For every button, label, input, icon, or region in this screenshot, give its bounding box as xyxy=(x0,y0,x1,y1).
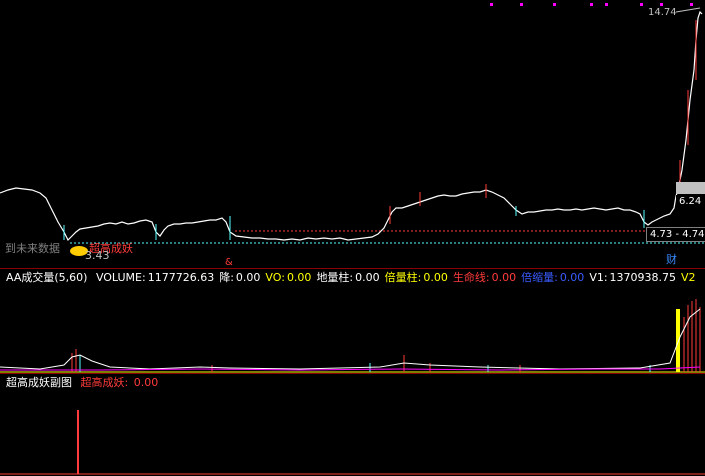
sub-pane-separator xyxy=(0,373,705,374)
volume-indicator-row: AA成交量(5,60) VOLUME: 1177726.63 降: 0.00 VO: 0.… xyxy=(0,270,705,286)
current-price-value: 6.24 xyxy=(676,195,705,208)
volume-field-label: 地量柱: xyxy=(316,271,354,284)
volume-indicator-title[interactable]: AA成交量(5,60) xyxy=(6,271,87,284)
volume-field-label: VOLUME: xyxy=(95,271,146,284)
volume-field-value: 0.00 xyxy=(559,271,585,284)
volume-field-3: 地量柱: 0.00 xyxy=(316,271,379,284)
volume-bars xyxy=(71,299,701,372)
volume-field-value: 1177726.63 xyxy=(147,271,215,284)
volume-field-label: 生命线: xyxy=(452,271,490,284)
volume-field-label: VO: xyxy=(265,271,285,284)
volume-field-4: 倍量柱: 0.00 xyxy=(385,271,448,284)
current-price-tag xyxy=(676,182,705,194)
volume-chart[interactable] xyxy=(0,287,705,373)
sub-indicator-value: 0.00 xyxy=(133,376,159,389)
volume-pane-separator xyxy=(0,268,705,269)
volume-field-5: 生命线: 0.00 xyxy=(453,271,516,284)
volume-ma-line xyxy=(0,308,701,370)
volume-field-2: VO: 0.00 xyxy=(265,271,311,284)
price-line xyxy=(0,10,703,242)
price-chart[interactable] xyxy=(0,0,705,268)
volume-field-value: 0.00 xyxy=(491,271,517,284)
volume-field-value: 0.00 xyxy=(235,271,261,284)
volume-field-label: 降: xyxy=(219,271,234,284)
volume-field-7: V1: 1370938.75 xyxy=(589,271,676,284)
sub-indicator-label: 超高成妖: xyxy=(80,376,129,389)
volume-indicator-fields: VOLUME: 1177726.63 降: 0.00 VO: 0.00 地量柱: 0.00 倍量… xyxy=(96,271,703,284)
sub-indicator-row: 超高成妖副图 超高成妖: 0.00 xyxy=(0,375,163,391)
marker-finance: 财 xyxy=(666,253,677,266)
volume-field-0: VOLUME: 1177726.63 xyxy=(96,271,214,284)
volume-field-label: V2 xyxy=(681,271,696,284)
high-price-label: 14.74 xyxy=(648,7,677,18)
volume-field-label: V1: xyxy=(589,271,608,284)
volume-field-value: 0.00 xyxy=(286,271,312,284)
volume-field-label: 倍缩量: xyxy=(521,271,558,284)
range-tag: 4.73 - 4.74 xyxy=(646,227,705,242)
volume-field-value: 0.00 xyxy=(355,271,380,284)
volume-field-value: 1370938.75 xyxy=(609,271,677,284)
volume-field-1: 降: 0.00 xyxy=(219,271,260,284)
volume-field-8: V2 xyxy=(681,271,698,284)
volume-field-6: 倍缩量: 0.00 xyxy=(521,271,584,284)
volume-field-label: 倍量柱: xyxy=(384,271,422,284)
future-data-label[interactable]: 到未来数据 xyxy=(2,242,63,255)
price-candles xyxy=(63,20,697,240)
sub-chart[interactable] xyxy=(0,392,705,476)
sub-indicator-title[interactable]: 超高成妖副图 xyxy=(6,376,72,389)
volume-field-value: 0.00 xyxy=(423,271,448,284)
low-price-label: 3.43 xyxy=(85,249,110,262)
